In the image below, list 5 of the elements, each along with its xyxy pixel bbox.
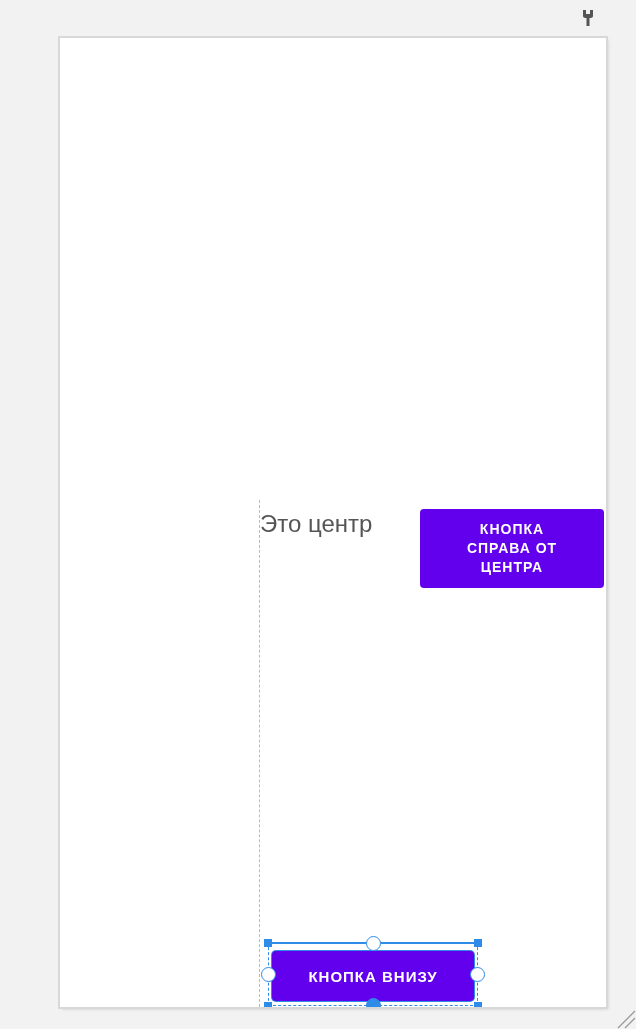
wrench-icon[interactable]: [583, 10, 593, 26]
center-text[interactable]: Это центр: [260, 508, 373, 540]
widget-button[interactable]: КНОПКА СПРАВА ОТ ЦЕНТРА: [420, 509, 604, 588]
resize-handle-icon[interactable]: [616, 1009, 636, 1029]
widget-button[interactable]: КНОПКА ВНИЗУ: [272, 951, 474, 1001]
